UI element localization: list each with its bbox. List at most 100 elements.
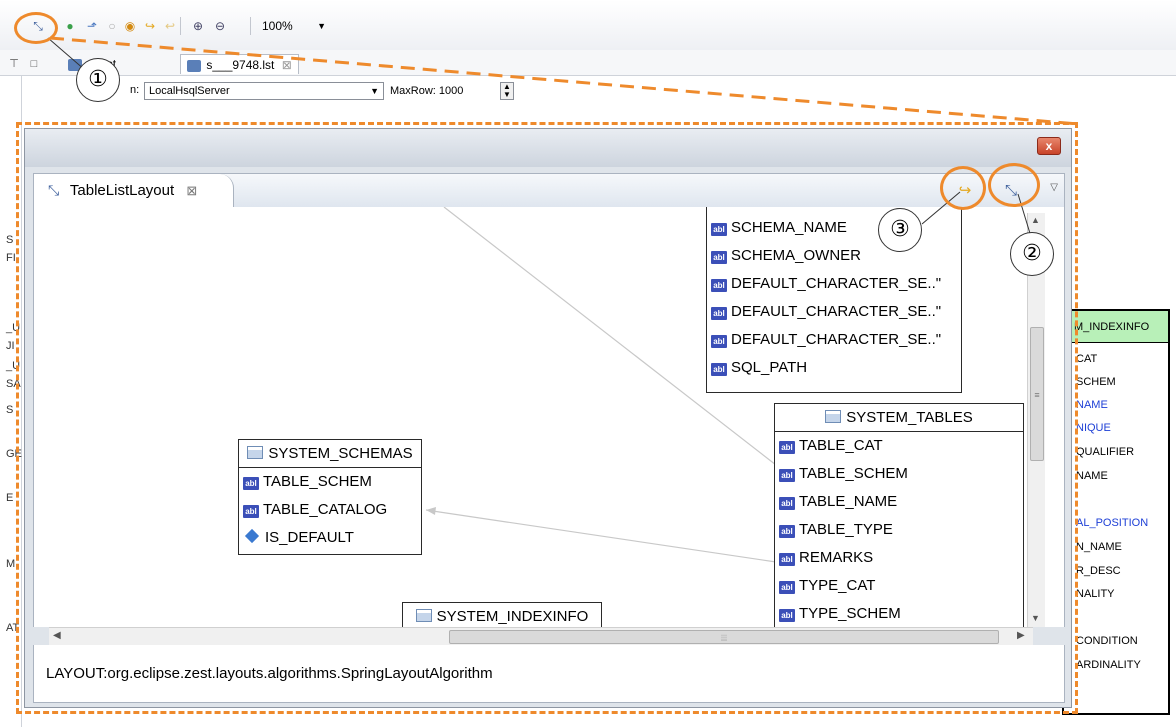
- left-label: SA: [6, 378, 21, 390]
- scroll-up-icon[interactable]: ▲: [1031, 215, 1040, 225]
- background-entity-row: AL_POSITION: [1076, 517, 1149, 529]
- entity-header: SYSTEM_INDEXINFO: [403, 603, 601, 627]
- view-menu-icon[interactable]: ▽: [1050, 182, 1058, 193]
- close-tab-icon[interactable]: ⊠: [282, 58, 292, 72]
- zoom-value: 100%: [262, 19, 293, 33]
- editor-tabbar: [0, 50, 1176, 76]
- attribute-row: abl TABLE_CATALOG: [239, 496, 421, 524]
- chevron-down-icon: ▼: [317, 21, 326, 31]
- layout-graph-icon[interactable]: ⤡: [30, 18, 46, 34]
- connection-value: LocalHsqlServer: [149, 85, 230, 97]
- attribute-label: TYPE_SCHEM: [799, 605, 901, 622]
- left-label: FI: [6, 252, 16, 264]
- entity-system-tables[interactable]: SYSTEM_TABLES abl TABLE_CAT abl TABLE_SCHE…: [774, 403, 1024, 627]
- callout-number-2: ②: [1010, 232, 1054, 276]
- attribute-row: abl DEFAULT_CHARACTER_SE..": [707, 326, 961, 354]
- attribute-label: DEFAULT_CHARACTER_SE..": [731, 331, 942, 348]
- arrowhead: [426, 507, 436, 515]
- entity-title: SYSTEM_INDEXINFO: [436, 608, 589, 625]
- attribute-label: SQL_PATH: [731, 359, 808, 376]
- horizontal-scrollbar[interactable]: ◀ ⦙⦙⦙ ▶: [49, 627, 1033, 645]
- table-icon: [247, 446, 264, 459]
- tab-table-list-layout[interactable]: ⤡ TableListLayout ⊠: [34, 174, 234, 207]
- scroll-thumb[interactable]: ≡: [1030, 327, 1044, 461]
- attribute-row: abl TYPE_CAT: [775, 572, 1023, 600]
- attribute-row: IS_DEFAULT: [239, 524, 421, 552]
- layout-status: LAYOUT:org.eclipse.zest.layouts.algorith…: [33, 645, 1065, 703]
- editor-tab-label: s___9748.lst: [206, 58, 275, 72]
- attribute-row: abl TABLE_CAT: [775, 432, 1023, 460]
- left-label: M: [6, 558, 16, 570]
- export-icon[interactable]: ⬏: [84, 18, 100, 34]
- file-icon: [187, 59, 201, 72]
- column-icon: abl: [711, 251, 727, 264]
- column-icon: abl: [779, 609, 795, 622]
- attribute-label: IS_DEFAULT: [265, 529, 354, 546]
- entity-header: SYSTEM_TABLES: [775, 404, 1023, 432]
- attribute-row: abl DEFAULT_CHARACTER_SE..": [707, 270, 961, 298]
- column-icon: abl: [779, 525, 795, 538]
- attribute-label: SCHEMA_OWNER: [731, 247, 862, 264]
- left-label: S: [6, 404, 14, 416]
- relationship-line: [425, 509, 777, 563]
- diagram-canvas[interactable]: abl SCHEMA_NAME abl SCHEMA_OWNER abl DEFAUL…: [33, 207, 1065, 627]
- left-label: AT: [6, 622, 20, 634]
- attribute-label: TABLE_SCHEM: [263, 473, 372, 490]
- callout-number-1: ①: [76, 58, 120, 102]
- column-icon: abl: [779, 441, 795, 454]
- entity-title: SYSTEM_SCHEMAS: [268, 445, 413, 462]
- background-entity-row: NALITY: [1076, 588, 1115, 600]
- background-entity-row: CONDITION: [1076, 635, 1138, 647]
- table-icon: [825, 410, 842, 423]
- attribute-label: REMARKS: [799, 549, 874, 566]
- background-entity-row: SCHEM: [1076, 376, 1116, 388]
- record-icon[interactable]: ◉: [122, 18, 138, 34]
- scroll-thumb[interactable]: ⦙⦙⦙: [449, 630, 999, 644]
- refresh-icon[interactable]: ●: [62, 18, 78, 34]
- maxrow-label: MaxRow: 1000: [390, 85, 464, 97]
- entity-header: SYSTEM_SCHEMAS: [239, 440, 421, 468]
- column-icon: abl: [779, 497, 795, 510]
- zoom-out-icon[interactable]: ⊖: [212, 18, 228, 34]
- entity-system-indexinfo[interactable]: SYSTEM_INDEXINFO: [402, 602, 602, 627]
- attribute-label: TABLE_TYPE: [799, 521, 893, 538]
- minimize-icon[interactable]: ⊤: [6, 56, 22, 72]
- attribute-row: abl TABLE_SCHEM: [775, 460, 1023, 488]
- zoom-in-icon[interactable]: ⊕: [190, 18, 206, 34]
- dialog-titlebar: x: [25, 129, 1071, 167]
- scroll-right-icon[interactable]: ▶: [1017, 630, 1025, 641]
- column-icon: abl: [243, 505, 259, 518]
- key-icon: [244, 528, 260, 544]
- apply-layout-icon[interactable]: ↪: [954, 180, 976, 202]
- close-tab-icon[interactable]: ⊠: [186, 183, 197, 198]
- back-icon[interactable]: ↩: [162, 18, 178, 34]
- forward-icon[interactable]: ↪: [142, 18, 158, 34]
- attribute-row: abl TABLE_TYPE: [775, 516, 1023, 544]
- scroll-down-icon[interactable]: ▼: [1031, 613, 1040, 623]
- background-entity-row: QUALIFIER: [1076, 446, 1135, 458]
- close-button[interactable]: x: [1037, 137, 1061, 155]
- connection-label: n:: [130, 84, 140, 96]
- attribute-label: TYPE_CAT: [799, 577, 876, 594]
- attribute-label: TABLE_NAME: [799, 493, 898, 510]
- maximize-icon[interactable]: □: [26, 56, 42, 72]
- attribute-label: TABLE_SCHEM: [799, 465, 908, 482]
- attribute-row: abl SCHEMA_NAME: [707, 214, 961, 242]
- attribute-row: abl TABLE_NAME: [775, 488, 1023, 516]
- connection-select[interactable]: LocalHsqlServer ▼: [144, 82, 384, 100]
- attribute-row: abl REMARKS: [775, 544, 1023, 572]
- layout-graph-icon[interactable]: ⤡: [1000, 180, 1022, 202]
- entity-system-schemas[interactable]: SYSTEM_SCHEMAS abl TABLE_SCHEM abl TABLE_C…: [238, 439, 422, 555]
- callout-number-3: ③: [878, 208, 922, 252]
- scroll-left-icon[interactable]: ◀: [53, 630, 61, 641]
- entity-schemata[interactable]: abl SCHEMA_NAME abl SCHEMA_OWNER abl DEFAUL…: [706, 207, 962, 393]
- attribute-row: abl TABLE_SCHEM: [239, 468, 421, 496]
- background-entity-row: NIQUE: [1076, 422, 1111, 434]
- zoom-select[interactable]: 100% ▼: [258, 16, 330, 36]
- left-label: S: [6, 234, 14, 246]
- maxrow-spinner[interactable]: ▲ ▼: [500, 82, 514, 100]
- chevron-down-icon: ▼: [370, 86, 379, 96]
- circle-icon[interactable]: ○: [104, 18, 120, 34]
- editor-tab-2[interactable]: s___9748.lst ⊠: [180, 54, 299, 74]
- attribute-row: abl SCHEMA_OWNER: [707, 242, 961, 270]
